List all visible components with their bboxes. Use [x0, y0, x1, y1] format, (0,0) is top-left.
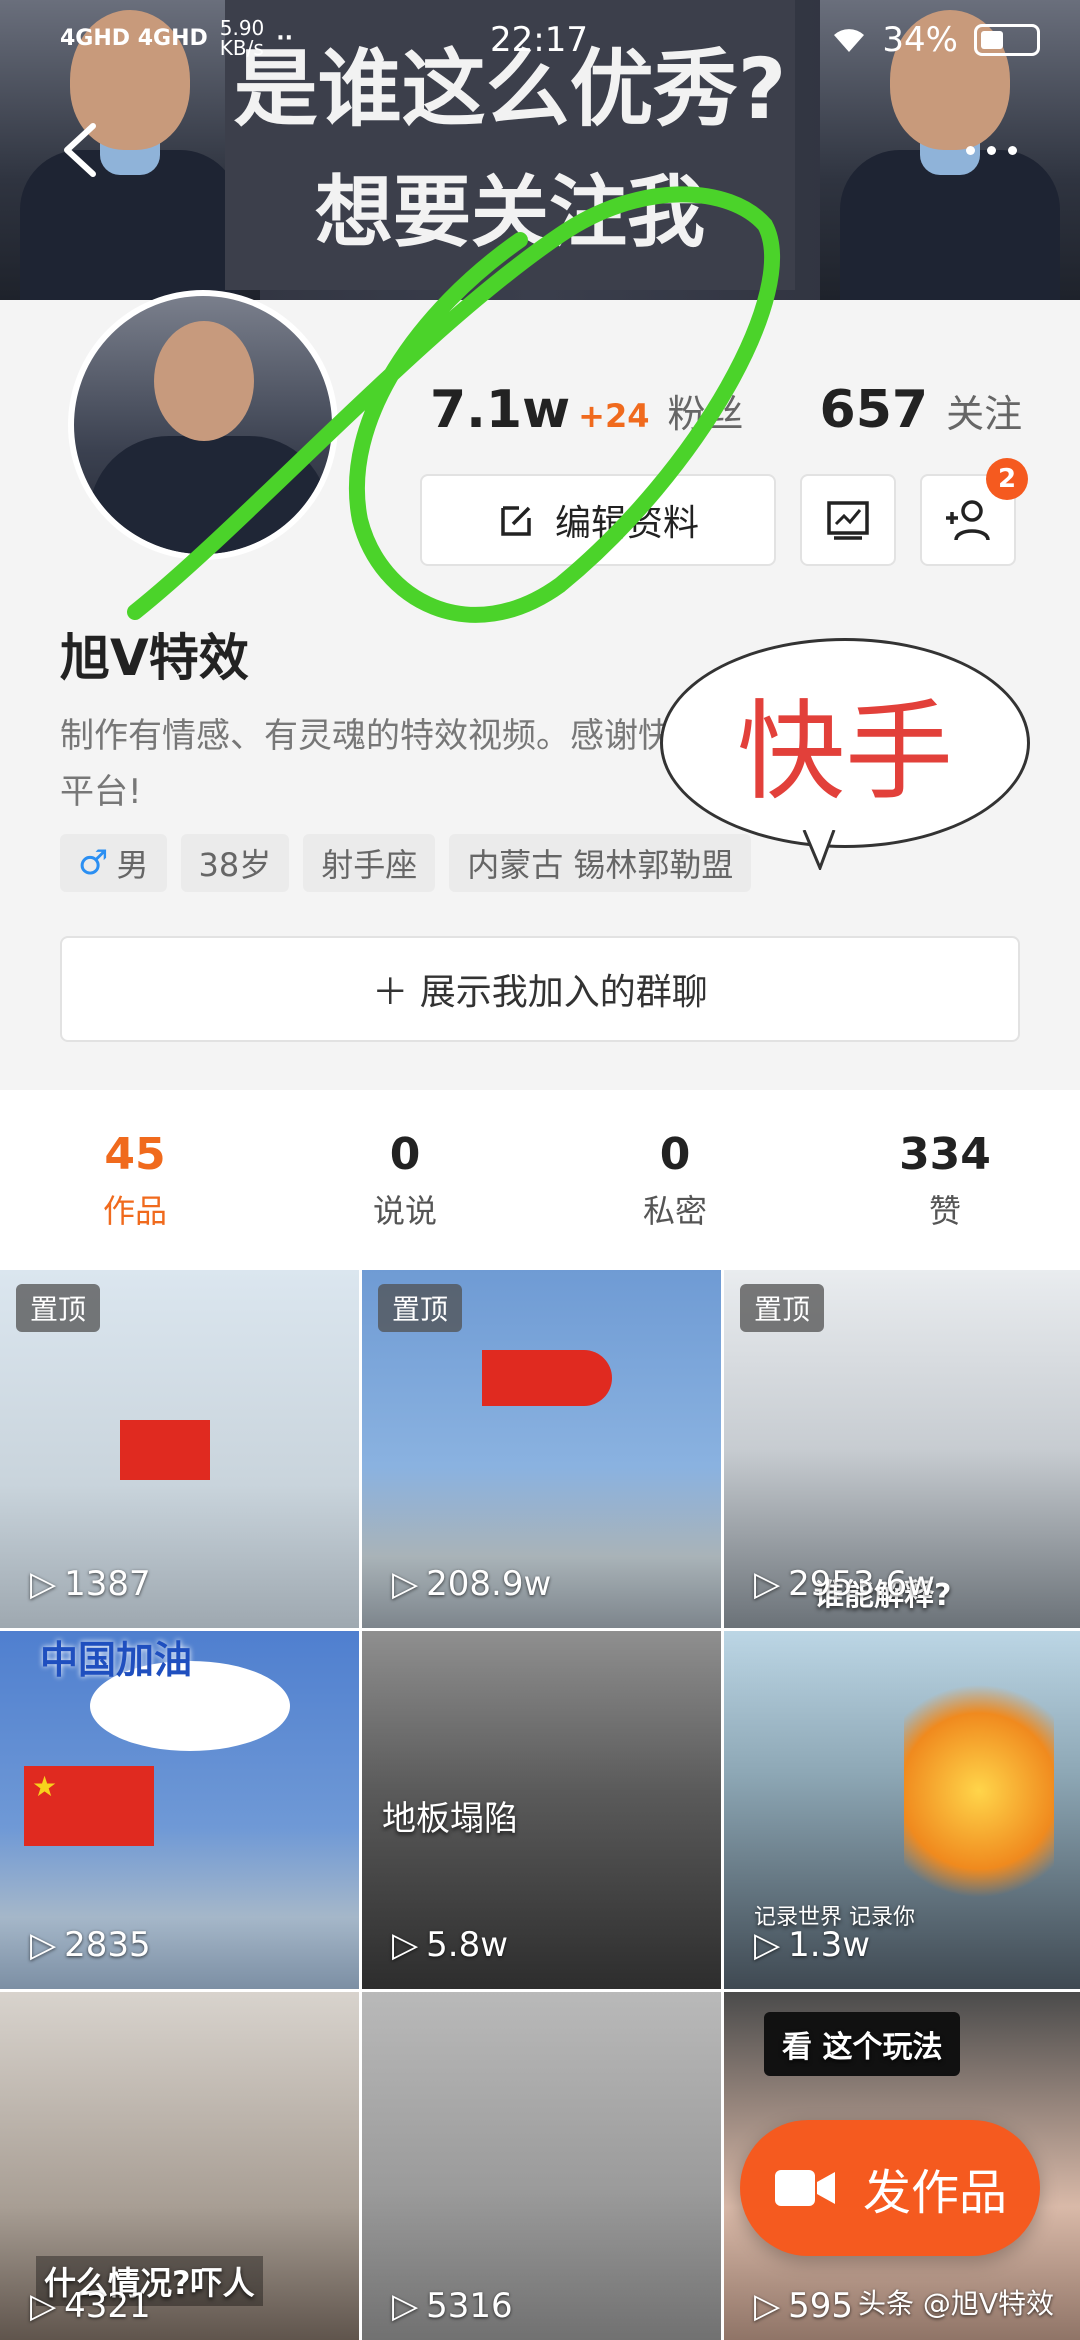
show-group-chats-button[interactable]: ＋ 展示我加入的群聊 — [60, 936, 1020, 1042]
profile-page: 是谁这么优秀? 想要关注我 4GHD 4GHD 5.90 KB/s ·· 22:1… — [0, 0, 1080, 2340]
tab-count: 334 — [899, 1128, 991, 1180]
play-count: ▷ 4321 — [30, 2286, 151, 2326]
friend-request-badge: 2 — [986, 458, 1028, 500]
play-icon: ▷ — [392, 1564, 419, 1604]
tab-works[interactable]: 45 作品 — [0, 1090, 270, 1270]
flag-icon — [482, 1350, 612, 1406]
tag-zodiac: 射手座 — [303, 834, 436, 892]
content-tabs: 45 作品 0 说说 0 私密 334 赞 — [0, 1090, 1080, 1270]
edit-icon — [501, 506, 531, 536]
video-thumbnail[interactable]: 中国加油 ★ ▷ 2835 — [0, 1631, 359, 1989]
tab-count: 45 — [104, 1128, 166, 1180]
play-icon: ▷ — [30, 2286, 57, 2326]
video-thumbnail[interactable]: ▷ 5316 — [362, 1992, 721, 2340]
add-friend-button[interactable]: 2 — [920, 458, 1028, 566]
followers-count[interactable]: 7.1w — [430, 380, 570, 440]
play-count: ▷ 5.8w — [392, 1925, 509, 1965]
edit-profile-label: 编辑资料 — [554, 503, 699, 544]
username: 旭V特效 — [60, 629, 249, 687]
chart-icon — [827, 501, 869, 540]
flag-icon — [120, 1420, 210, 1480]
status-right: 34% — [832, 20, 1040, 60]
network-speed: 5.90 KB/s — [219, 16, 265, 60]
video-thumbnail[interactable]: 地板塌陷 ▷ 5.8w — [362, 1631, 721, 1989]
tag-gender: ♂ 男 — [60, 834, 167, 892]
tag-age: 38岁 — [180, 834, 290, 892]
video-caption: 看 这个玩法 — [764, 2012, 961, 2076]
pinned-badge: 置顶 — [16, 1284, 101, 1332]
play-count: ▷ 2953.6w — [754, 1564, 935, 1604]
status-left: 4GHD 4GHD 5.90 KB/s ·· — [60, 18, 293, 58]
play-icon: ▷ — [754, 2286, 781, 2326]
watermark: 头条 @旭V特效 — [858, 2287, 1055, 2320]
tab-count: 0 — [659, 1128, 691, 1180]
avatar[interactable] — [68, 290, 338, 560]
play-icon: ▷ — [30, 1925, 57, 1965]
play-count: ▷ 5316 — [392, 2286, 513, 2326]
following-count[interactable]: 657 — [820, 380, 929, 440]
tab-likes[interactable]: 334 赞 — [810, 1090, 1080, 1270]
video-thumbnail[interactable]: 置顶 ▷ 208.9w — [362, 1270, 721, 1628]
video-thumbnail[interactable]: 置顶 谁能解释? ▷ 2953.6w — [724, 1270, 1080, 1628]
tab-label: 私密 — [642, 1191, 707, 1230]
pinned-badge: 置顶 — [378, 1284, 463, 1332]
status-bar: 4GHD 4GHD 5.90 KB/s ·· 22:17 34% — [0, 0, 1080, 80]
more-options-icon[interactable] — [960, 140, 1030, 170]
status-time: 22:17 — [490, 20, 588, 60]
profile-tags: ♂ 男 38岁 射手座 内蒙古 锡林郭勒盟 — [60, 834, 752, 892]
video-camera-icon — [774, 2170, 835, 2206]
banner-line-2: 想要关注我 — [314, 168, 705, 258]
play-icon: ▷ — [392, 2286, 419, 2326]
play-icon: ▷ — [754, 1564, 781, 1604]
followers-increase: +24 — [578, 397, 650, 435]
following-label[interactable]: 关注 — [946, 383, 1022, 438]
flag-icon: ★ — [24, 1766, 154, 1846]
video-caption: 地板塌陷 — [382, 1799, 518, 1839]
pinned-badge: 置顶 — [740, 1284, 825, 1332]
post-work-button[interactable]: 发作品 — [740, 2120, 1040, 2256]
play-icon: ▷ — [754, 1925, 781, 1965]
add-user-icon — [946, 500, 990, 541]
video-thumbnail[interactable]: 置顶 ▷ 1387 — [0, 1270, 359, 1628]
tab-private[interactable]: 0 私密 — [540, 1090, 810, 1270]
network-indicator: 4GHD 4GHD — [60, 25, 208, 51]
data-analytics-button[interactable] — [800, 474, 896, 566]
play-icon: ▷ — [30, 1564, 57, 1604]
video-thumbnail[interactable]: 记录世界 记录你 ▷ 1.3w — [724, 1631, 1080, 1989]
battery-icon — [974, 24, 1040, 56]
fire-effect — [904, 1671, 1054, 1911]
male-icon: ♂ — [78, 843, 109, 883]
followers-label[interactable]: 粉丝 — [668, 383, 744, 438]
follow-stats: 7.1w +24 粉丝 657 关注 — [430, 380, 1022, 440]
play-count: ▷ 208.9w — [392, 1564, 552, 1604]
video-thumbnail[interactable]: 什么情况?吓人 ▷ 4321 — [0, 1992, 359, 2340]
play-icon: ▷ — [392, 1925, 419, 1965]
profile-card: 7.1w +24 粉丝 657 关注 编辑资料 2 旭V特效 制作有情感、有灵魂… — [0, 290, 1080, 1090]
bubble-text: 快手 — [736, 690, 953, 815]
play-count: ▷ 595 — [754, 2286, 854, 2326]
more-dots-icon: ·· — [276, 25, 293, 51]
battery-percent: 34% — [882, 20, 958, 60]
wifi-icon — [834, 29, 865, 52]
post-work-label: 发作品 — [862, 2165, 1007, 2221]
video-caption: 中国加油 — [40, 1638, 193, 1682]
tab-label: 作品 — [102, 1191, 167, 1230]
edit-profile-button[interactable]: 编辑资料 — [420, 474, 776, 566]
play-count: ▷ 1387 — [30, 1564, 151, 1604]
tab-count: 0 — [389, 1128, 421, 1180]
bio-text: 制作有情感、有灵魂的特效视频。感谢快手平台! — [60, 716, 706, 812]
back-arrow-icon[interactable] — [55, 120, 105, 180]
tab-moments[interactable]: 0 说说 — [270, 1090, 540, 1270]
tab-label: 说说 — [372, 1191, 437, 1230]
play-count: ▷ 1.3w — [754, 1925, 871, 1965]
play-count: ▷ 2835 — [30, 1925, 151, 1965]
tab-label: 赞 — [928, 1191, 961, 1230]
